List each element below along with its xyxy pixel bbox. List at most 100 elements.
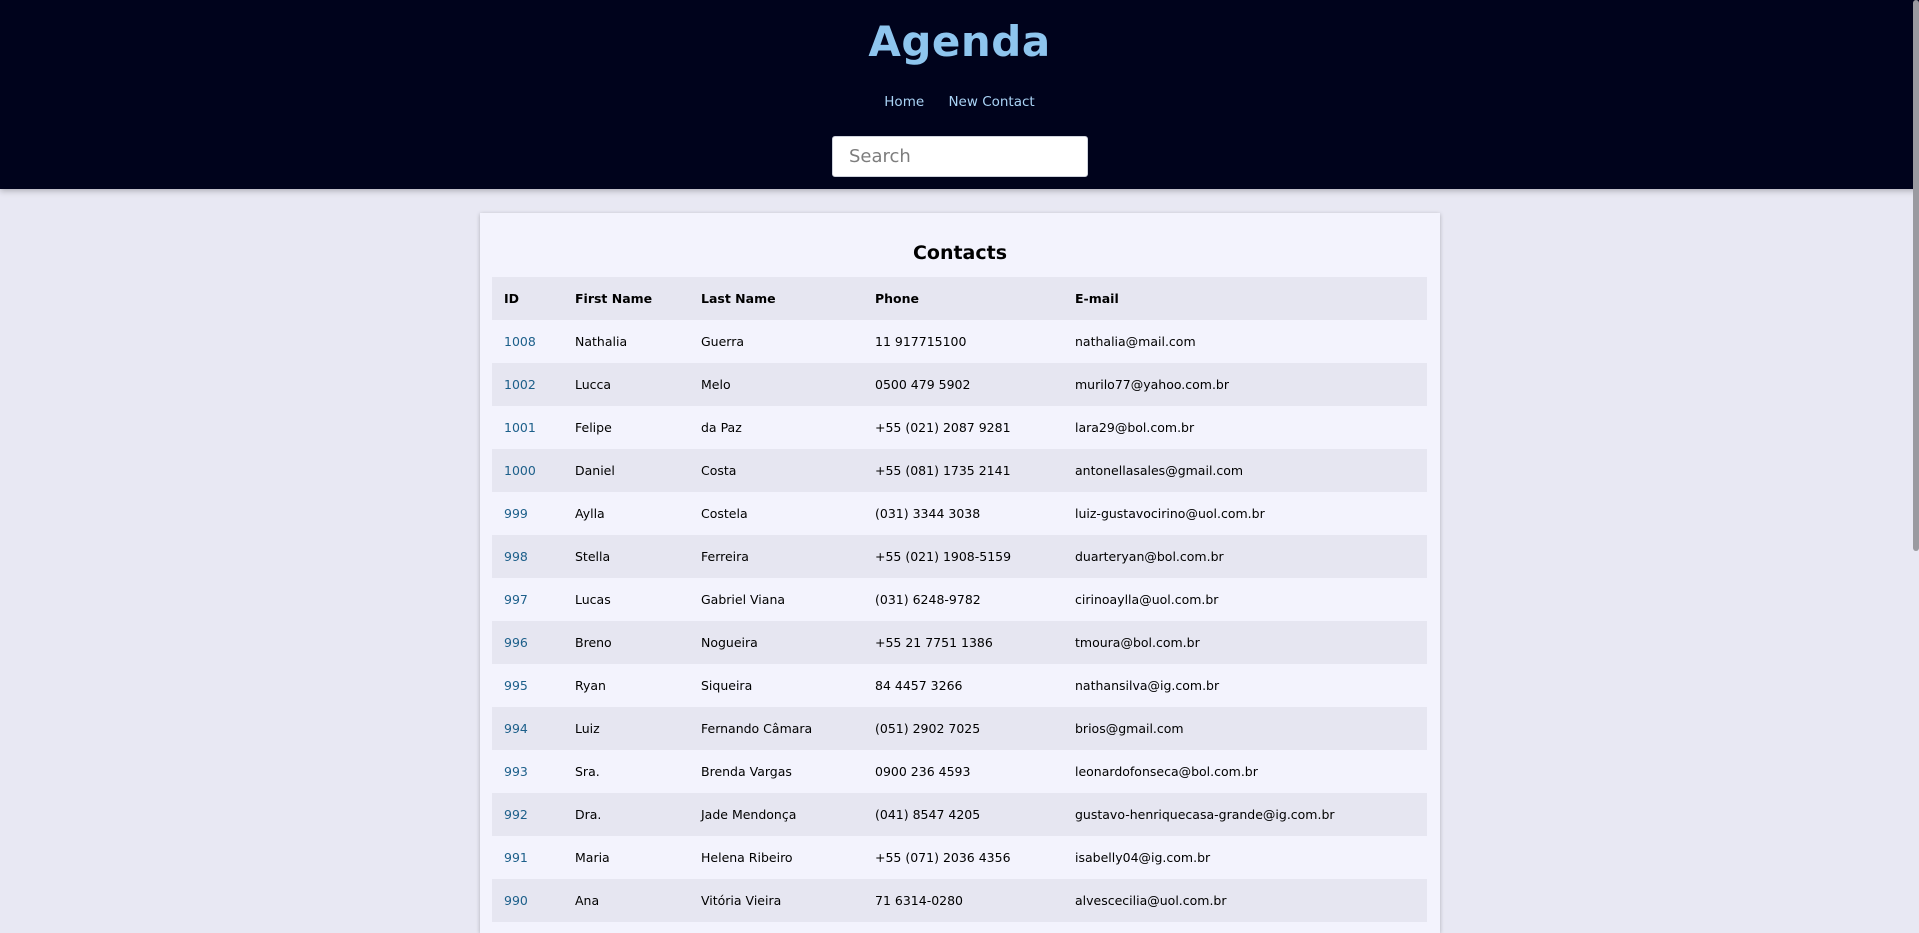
app-title: Agenda [868,17,1051,66]
phone-cell: +55 (081) 1735 2141 [875,463,1011,478]
last-name-cell: Fernando Câmara [701,721,813,736]
last-name-cell: Jade Mendonça [701,807,797,822]
id-cell: 999 [492,492,563,535]
last-name-cell: Ferreira [701,549,749,564]
email-cell: antonellasales@gmail.com [1075,463,1244,478]
contact-id-link[interactable]: 1008 [504,334,536,349]
table-row: 995 Ryan Siqueira 84 4457 3266 nathansilva@i… [492,664,1427,707]
phone-cell: (051) 2902 7025 [875,721,981,736]
table-row: 996 Breno Nogueira +55 21 7751 1386 tmoura@b… [492,621,1427,664]
phone-cell: 71 6314-0280 [875,893,964,908]
phone-cell: +55 (071) 2036 4356 [875,850,1011,865]
id-cell: 993 [492,750,563,793]
last-name-cell: Vitória Vieira [701,893,782,908]
first-name-cell: Maria [575,850,610,865]
phone-cell: 0500 479 5902 [875,377,971,392]
last-name-cell: Melo [701,377,731,392]
contact-id-link[interactable]: 999 [504,506,528,521]
contact-id-link[interactable]: 997 [504,592,528,607]
first-name-cell: Aylla [575,506,605,521]
first-name-cell: Lucca [575,377,612,392]
column-header-first-name: First Name [575,291,653,306]
contact-id-link[interactable]: 993 [504,764,528,779]
table-row: 994 Luiz Fernando Câmara (051) 2902 7025 bri… [492,707,1427,750]
first-name-cell: Daniel [575,463,615,478]
email-cell: nathalia@mail.com [1075,334,1196,349]
first-name-cell: Ryan [575,678,606,693]
first-name-cell: Breno [575,635,612,650]
table-row: 999 Aylla Costela (031) 3344 3038 luiz-gusta… [492,492,1427,535]
contact-id-link[interactable]: 1001 [504,420,536,435]
column-header-last-name: Last Name [701,291,776,306]
email-cell: murilo77@yahoo.com.br [1075,377,1230,392]
phone-cell: (031) 6248-9782 [875,592,981,607]
last-name-cell: Helena Ribeiro [701,850,793,865]
email-cell: duarteryan@bol.com.br [1075,549,1224,564]
phone-cell: 11 917715100 [875,334,967,349]
last-name-cell: Guerra [701,334,745,349]
id-cell: 997 [492,578,563,621]
contact-id-link[interactable]: 995 [504,678,528,693]
column-header-phone: Phone [875,291,920,306]
table-row: 991 Maria Helena Ribeiro +55 (071) 2036 435… [492,836,1427,879]
column-header-id: ID [504,291,520,306]
first-name-cell: Ana [575,893,600,908]
email-cell: alvescecilia@uol.com.br [1075,893,1227,908]
table-row: 993 Sra. Brenda Vargas 0900 236 4593 leonard… [492,750,1427,793]
email-cell: brios@gmail.com [1075,721,1184,736]
contact-id-link[interactable]: 996 [504,635,528,650]
first-name-cell: Lucas [575,592,611,607]
phone-cell: (041) 8547 4205 [875,807,981,822]
email-cell: cirinoaylla@uol.com.br [1075,592,1219,607]
nav-bar: Home New Contact [0,92,1919,112]
contact-id-link[interactable]: 992 [504,807,528,822]
email-cell: leonardofonseca@bol.com.br [1075,764,1258,779]
email-cell: nathansilva@ig.com.br [1075,678,1220,693]
page-scrollbar[interactable] [1913,0,1919,551]
last-name-cell: Costa [701,463,737,478]
table-row: 1002 Lucca Melo 0500 479 5902 murilo77@yahoo… [492,363,1427,406]
table-row: 998 Stella Ferreira +55 (021) 1908-5159 duar… [492,535,1427,578]
id-cell: 1008 [492,320,563,363]
table-row: 1001 Felipe da Paz +55 (021) 2087 9281 lara2… [492,406,1427,449]
header: Agenda Home New Contact [0,0,1919,189]
last-name-cell: Gabriel Viana [701,592,786,607]
last-name-cell: Costela [701,506,748,521]
contact-id-link[interactable]: 1002 [504,377,536,392]
first-name-cell: Felipe [575,420,612,435]
phone-cell: 0900 236 4593 [875,764,971,779]
search-input[interactable] [832,136,1088,177]
nav-new-contact-link[interactable]: New Contact [948,94,1034,110]
phone-cell: 84 4457 3266 [875,678,963,693]
contact-id-link[interactable]: 994 [504,721,528,736]
id-cell: 992 [492,793,563,836]
contact-id-link[interactable]: 991 [504,850,528,865]
contact-id-link[interactable]: 990 [504,893,528,908]
email-cell: lara29@bol.com.br [1075,420,1195,435]
nav-home-link[interactable]: Home [884,94,924,110]
phone-cell: +55 21 7751 1386 [875,635,993,650]
contacts-title: Contacts [912,242,1008,264]
table-row: 997 Lucas Gabriel Viana (031) 6248-9782 ciri… [492,578,1427,621]
first-name-cell: Stella [575,549,611,564]
email-cell: isabelly04@ig.com.br [1075,850,1211,865]
contact-id-link[interactable]: 998 [504,549,528,564]
phone-cell: +55 (021) 1908-5159 [875,549,1012,564]
id-cell: 1002 [492,363,563,406]
id-cell: 998 [492,535,563,578]
phone-cell: (031) 3344 3038 [875,506,981,521]
last-name-cell: Nogueira [701,635,758,650]
id-cell: 1000 [492,449,563,492]
id-cell: 996 [492,621,563,664]
email-cell: luiz-gustavocirino@uol.com.br [1075,506,1265,521]
first-name-cell: Nathalia [575,334,628,349]
table-row: 990 Ana Vitória Vieira 71 6314-0280 alvescec… [492,879,1427,922]
last-name-cell: Siqueira [701,678,753,693]
contacts-card: Contacts ID First Name Last Name Phone E… [480,213,1440,933]
id-cell: 991 [492,836,563,879]
contact-id-link[interactable]: 1000 [504,463,536,478]
email-cell: gustavo-henriquecasa-grande@ig.com.br [1075,807,1335,822]
first-name-cell: Luiz [575,721,600,736]
contacts-table: ID First Name Last Name Phone E-mail 100… [492,277,1427,922]
id-cell: 995 [492,664,563,707]
